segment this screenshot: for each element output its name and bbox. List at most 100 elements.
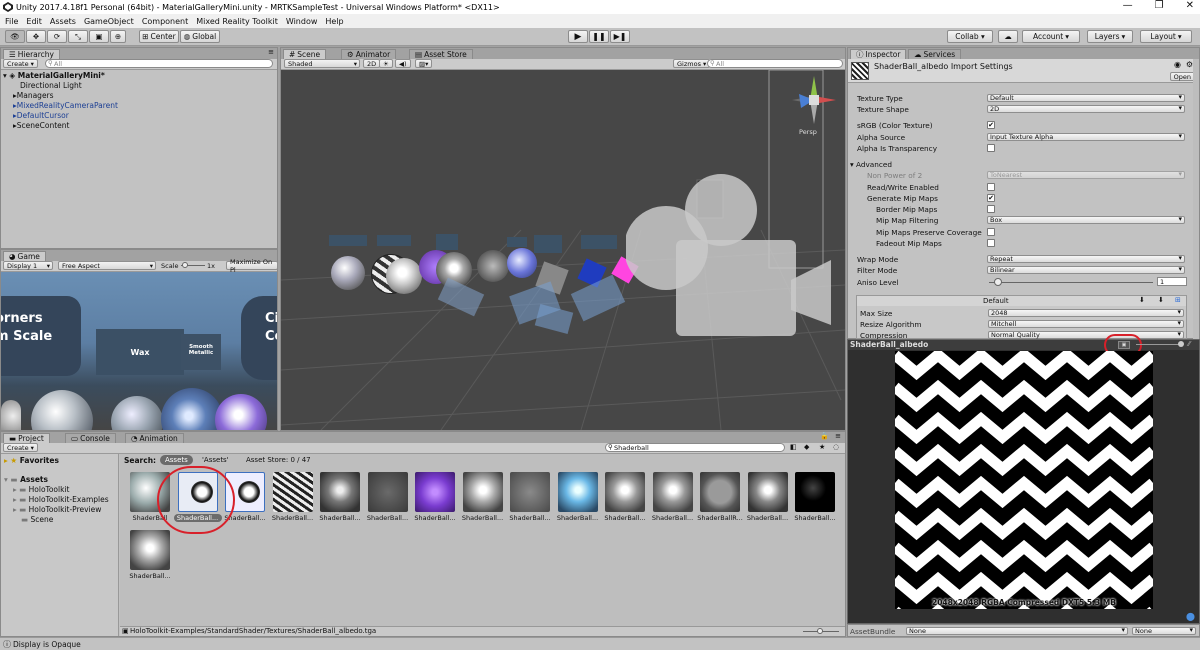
asset-thumbnail[interactable] (747, 472, 788, 512)
asset-thumbnail[interactable] (272, 472, 313, 512)
filter-label-icon[interactable]: ◆ (804, 443, 809, 451)
layers-dropdown[interactable]: Layers ▾ (1087, 30, 1133, 43)
asset-label[interactable]: ShaderBall... (744, 514, 792, 522)
menu-assets[interactable]: Assets (50, 17, 76, 26)
compression-dropdown[interactable]: Normal Quality (988, 330, 1184, 339)
download-icon[interactable]: ⬇ (1139, 296, 1145, 304)
asset-thumbnail[interactable] (652, 472, 693, 512)
resize-grip-icon[interactable]: ⁄⁄ (1188, 340, 1190, 348)
pause-button[interactable]: ❚❚ (589, 30, 609, 43)
aniso-value-field[interactable]: 1 (1157, 277, 1187, 286)
generate-mipmaps-checkbox[interactable]: ✔ (987, 194, 995, 202)
lighting-toggle[interactable]: ☀ (379, 59, 393, 68)
aniso-slider-handle[interactable] (994, 278, 1002, 286)
status-message[interactable]: Display is Opaque (13, 640, 81, 649)
tree-item-assets[interactable]: ▾ ▬ Assets (4, 475, 48, 484)
hierarchy-item[interactable]: ▸MixedRealityCameraParent (13, 101, 118, 110)
menu-edit[interactable]: Edit (26, 17, 42, 26)
favorites-row[interactable]: ▸ ★ Favorites (4, 456, 59, 465)
minimize-icon[interactable]: — (1123, 0, 1133, 11)
rect-tool-button[interactable]: ▣ (89, 30, 109, 43)
asset-label[interactable]: ShaderBall... (316, 514, 364, 522)
rotate-tool-button[interactable]: ⟳ (47, 30, 67, 43)
play-button[interactable]: ▶ (568, 30, 588, 43)
panel-menu-icon[interactable]: ≡ (835, 432, 841, 440)
scale-tool-button[interactable]: ⤡ (68, 30, 88, 43)
hand-tool-button[interactable]: 👁 (5, 30, 25, 43)
tab-animation[interactable]: ◔ Animation (125, 433, 184, 443)
move-tool-button[interactable]: ✥ (26, 30, 46, 43)
settings-gear-icon[interactable]: ⚙ (1186, 60, 1193, 69)
filter-type-icon[interactable]: ◧ (790, 443, 797, 451)
close-icon[interactable]: ✕ (1186, 0, 1194, 11)
tab-inspector[interactable]: ⓘ Inspector (850, 49, 907, 59)
asset-thumbnail[interactable] (367, 472, 408, 512)
hierarchy-create-button[interactable]: Create ▾ (3, 59, 38, 68)
project-search-input[interactable]: ⚲ Shaderball (605, 443, 785, 452)
download-icon[interactable]: ⬇ (1158, 296, 1164, 304)
menu-help[interactable]: Help (325, 17, 343, 26)
tree-item[interactable]: ▬ Scene (21, 515, 53, 524)
menu-gameobject[interactable]: GameObject (84, 17, 134, 26)
menu-file[interactable]: File (5, 17, 18, 26)
panel-menu-icon[interactable]: ≡ (268, 48, 274, 56)
collab-button[interactable]: Collab ▾ (947, 30, 993, 43)
pivot-global-button[interactable]: ◍ Global (180, 30, 220, 43)
preview-mip-handle[interactable] (1178, 341, 1184, 347)
alpha-transparency-checkbox[interactable] (987, 144, 995, 152)
scale-slider-handle[interactable] (182, 262, 188, 268)
asset-thumbnail[interactable] (557, 472, 598, 512)
asset-thumbnail[interactable] (605, 472, 645, 512)
asset-label[interactable]: ShaderBall... (364, 514, 412, 522)
tab-animator[interactable]: ⚙ Animator (341, 49, 397, 59)
texture-type-dropdown[interactable]: Default (987, 93, 1185, 102)
asset-thumbnail[interactable] (130, 530, 170, 570)
asset-label[interactable]: ShaderBall... (791, 514, 839, 522)
filter-mode-dropdown[interactable]: Bilinear (987, 265, 1185, 274)
asset-thumbnail[interactable] (320, 472, 360, 512)
tab-services[interactable]: ☁ Services (908, 49, 962, 59)
fadeout-checkbox[interactable] (987, 239, 995, 247)
help-icon[interactable]: ◉ (1174, 60, 1181, 69)
open-button[interactable]: Open (1169, 72, 1195, 81)
hierarchy-item[interactable]: ▸Managers (13, 91, 54, 100)
tab-console[interactable]: ▭ Console (65, 433, 116, 443)
read-write-checkbox[interactable] (987, 183, 995, 191)
tab-game[interactable]: ◕ Game (3, 251, 46, 261)
resize-dropdown[interactable]: Mitchell (988, 319, 1184, 328)
aniso-slider[interactable] (989, 282, 1153, 283)
thumbnail-size-handle[interactable] (817, 628, 823, 634)
alpha-source-dropdown[interactable]: Input Texture Alpha (987, 132, 1185, 141)
mode-2d-toggle[interactable]: 2D (363, 59, 381, 68)
pivot-center-button[interactable]: ⊞ Center (139, 30, 179, 43)
wrap-mode-dropdown[interactable]: Repeat (987, 254, 1185, 263)
asset-thumbnail[interactable] (415, 472, 455, 512)
game-viewport[interactable]: orners m Scale Wax Smooth Metallic Ci Co (1, 272, 277, 430)
asset-store-count[interactable]: Asset Store: 0 / 47 (246, 456, 311, 464)
asset-thumbnail[interactable] (795, 472, 835, 512)
transform-tool-button[interactable]: ⊕ (110, 30, 126, 43)
aspect-dropdown[interactable]: Free Aspect ▾ (58, 261, 156, 270)
inspector-scrollbar[interactable] (1193, 59, 1199, 339)
lock-icon[interactable]: 🔒 (820, 432, 829, 440)
effects-dropdown[interactable]: ▨▾ (415, 59, 433, 68)
asset-label[interactable]: ShaderBallR... (696, 514, 744, 522)
layout-dropdown[interactable]: Layout ▾ (1140, 30, 1192, 43)
mip-coverage-checkbox[interactable] (987, 228, 995, 236)
scene-viewport[interactable]: Persp (281, 70, 845, 430)
persp-label[interactable]: Persp (799, 128, 817, 136)
tab-hierarchy[interactable]: ☰ Hierarchy (3, 49, 60, 59)
hierarchy-item[interactable]: ▸DefaultCursor (13, 111, 69, 120)
step-button[interactable]: ▶❚ (610, 30, 630, 43)
tab-scene[interactable]: # Scene (283, 49, 327, 59)
texture-shape-dropdown[interactable]: 2D (987, 104, 1185, 113)
asset-thumbnail[interactable] (462, 472, 503, 512)
menu-component[interactable]: Component (142, 17, 188, 26)
tree-item[interactable]: ▸ ▬ HoloToolkit-Preview (13, 505, 101, 514)
asset-label[interactable]: ShaderBall... (506, 514, 554, 522)
shading-dropdown[interactable]: Shaded ▾ (284, 59, 360, 68)
scene-root-row[interactable]: ▾ ◈ MaterialGalleryMini* (3, 71, 105, 80)
border-mipmaps-checkbox[interactable] (987, 205, 995, 213)
audio-toggle[interactable]: ◀) (395, 59, 411, 68)
asset-thumbnail[interactable] (510, 472, 550, 512)
